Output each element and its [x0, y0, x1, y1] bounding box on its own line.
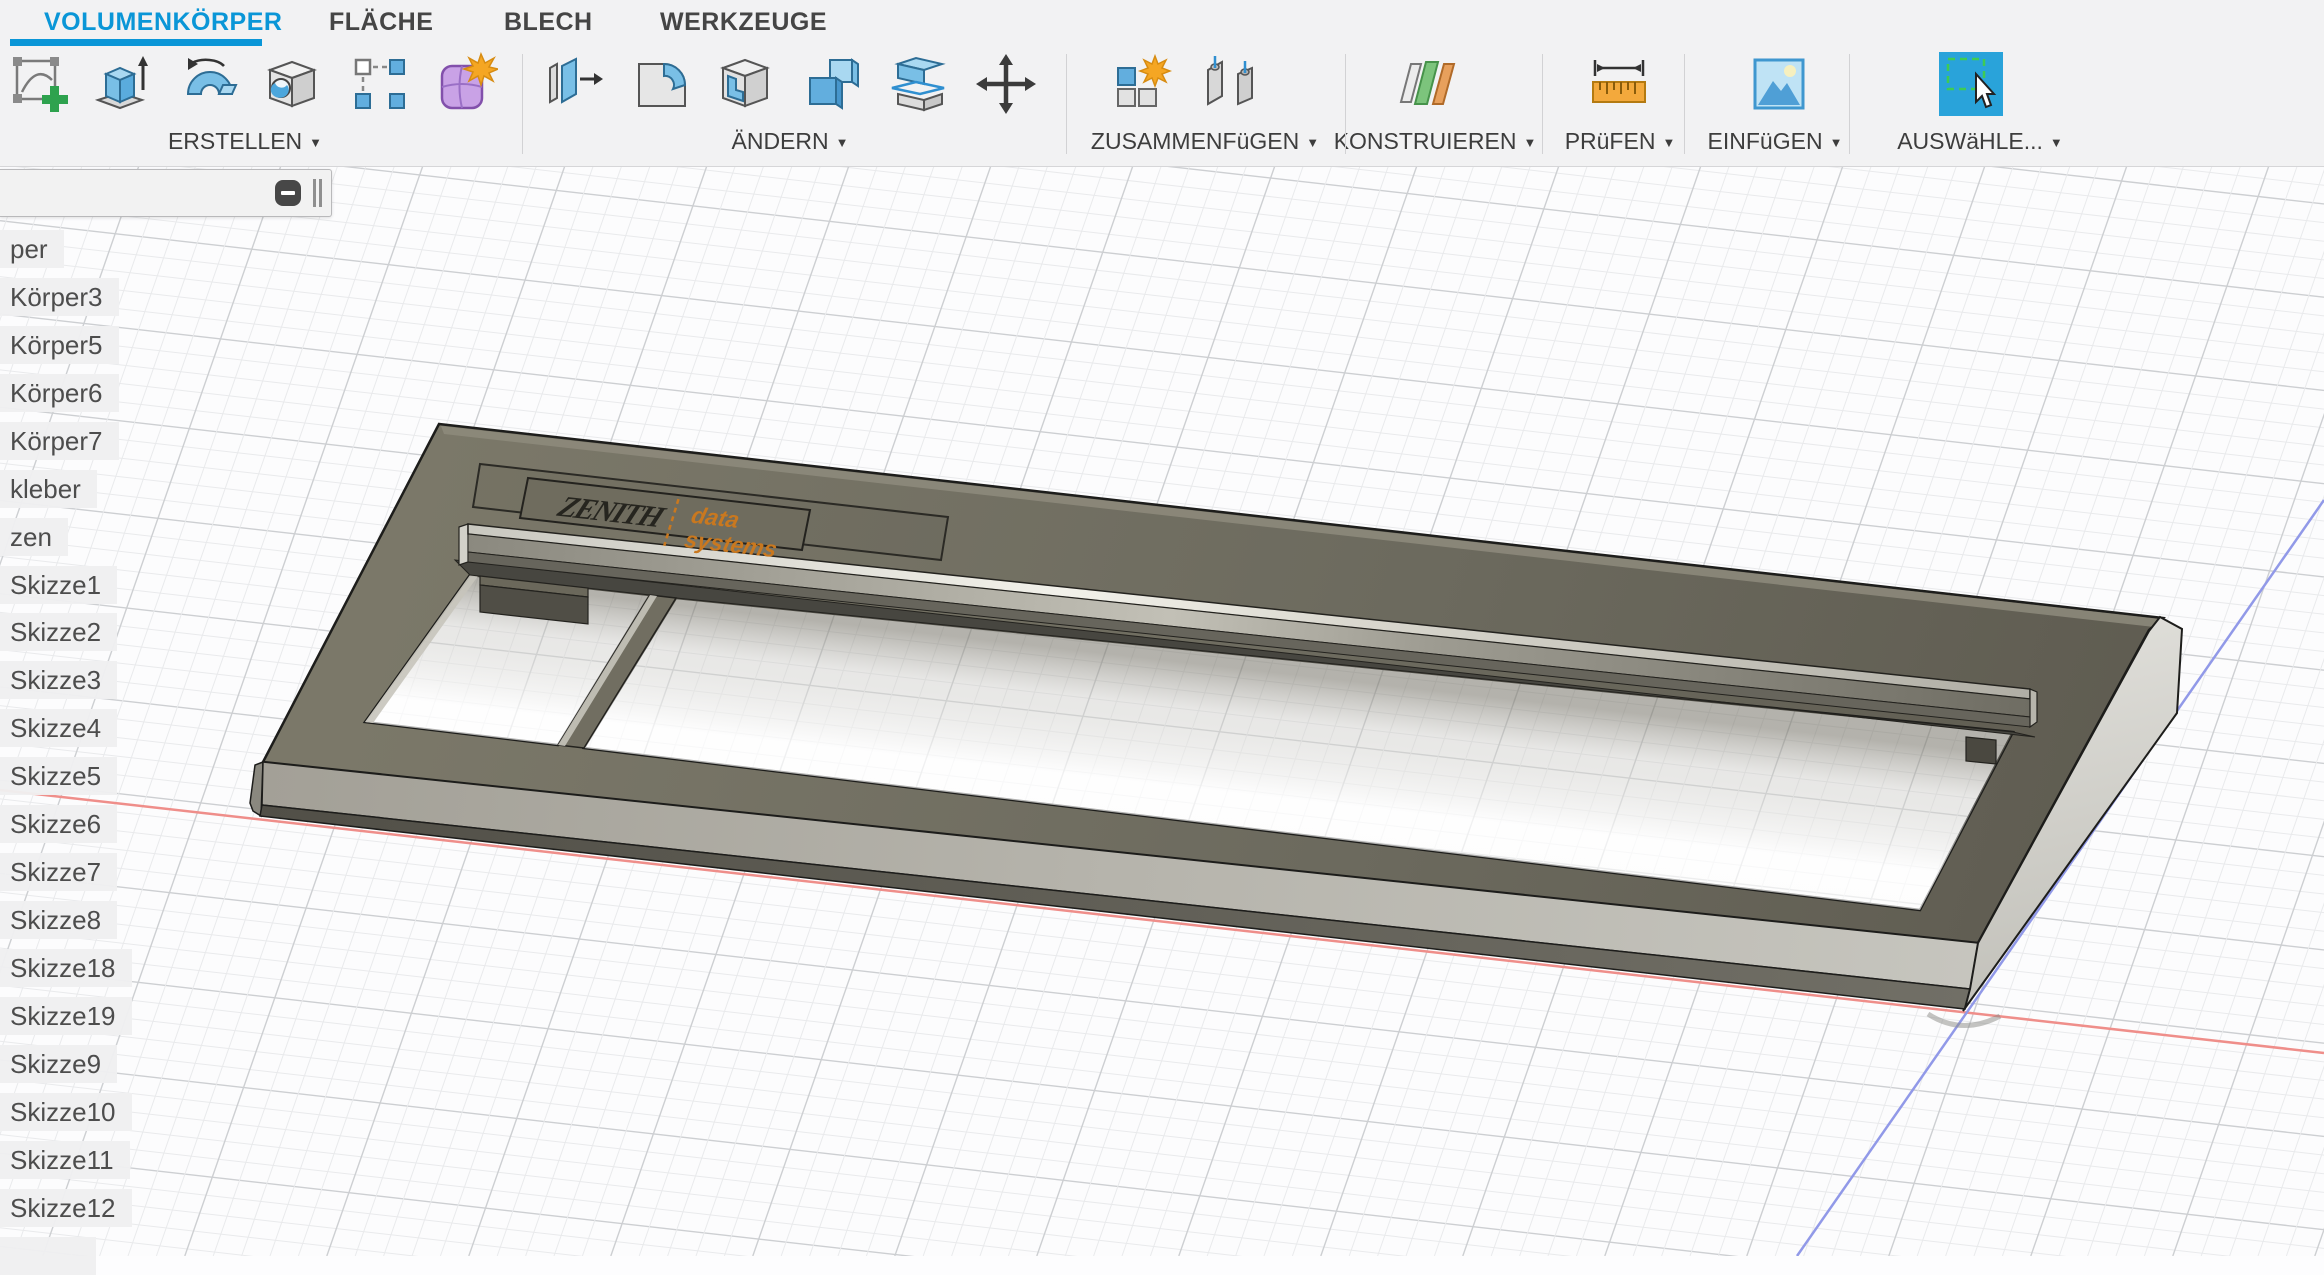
toolbar-separator — [1849, 54, 1850, 154]
shell-icon[interactable] — [713, 52, 777, 116]
group-label-einfuegen[interactable]: EINFüGEN▼ — [1690, 126, 1860, 156]
active-tab-underline — [10, 39, 262, 46]
group-label-erstellen[interactable]: ERSTELLEN▼ — [150, 126, 340, 156]
create-sketch-icon[interactable] — [8, 52, 72, 116]
combine-icon[interactable] — [800, 52, 864, 116]
fillet-icon[interactable] — [630, 52, 694, 116]
collapse-minus-icon[interactable] — [275, 180, 301, 206]
rail-left-endcap — [459, 524, 468, 565]
toolbar-separator — [522, 54, 523, 154]
browser-panel-header[interactable] — [0, 169, 332, 217]
viewport-3d[interactable]: ZENITH data systems per Körper3 Körper5 Kör… — [0, 166, 2324, 1256]
browser-item[interactable]: Körper3 — [0, 278, 119, 316]
rail-right-endcap — [2030, 689, 2037, 727]
browser-item[interactable]: Skizze8 — [0, 901, 117, 939]
right-bracket — [1966, 737, 1996, 764]
browser-item[interactable]: Skizze2 — [0, 613, 117, 651]
split-body-icon[interactable] — [886, 52, 950, 116]
group-label-konstruieren[interactable]: KONSTRUIEREN▼ — [1330, 126, 1540, 156]
toolbar-separator — [1345, 54, 1346, 154]
main-toolbar: ERSTELLEN▼ ÄNDERN▼ ZUSAMMENFüGEN▼ KONSTR… — [0, 46, 2324, 167]
group-label-auswaehlen[interactable]: AUSWäHLE...▼ — [1875, 126, 2085, 156]
group-label-pruefen[interactable]: PRüFEN▼ — [1545, 126, 1695, 156]
group-label-aendern[interactable]: ÄNDERN▼ — [700, 126, 880, 156]
dropdown-caret-icon: ▼ — [1662, 135, 1675, 150]
toolbar-separator — [1066, 54, 1067, 154]
toolbar-separator — [1542, 54, 1543, 154]
browser-item[interactable]: Skizze12 — [0, 1189, 132, 1227]
select-icon[interactable] — [1939, 52, 2003, 116]
browser-item[interactable]: Skizze18 — [0, 949, 132, 987]
browser-item[interactable]: Skizze19 — [0, 997, 132, 1035]
tab-werkzeuge[interactable]: WERKZEUGE — [660, 0, 827, 46]
dropdown-caret-icon: ▼ — [836, 135, 849, 150]
joint-icon[interactable] — [1198, 52, 1262, 116]
browser-item[interactable]: Skizze10 — [0, 1093, 132, 1131]
pattern-icon[interactable] — [348, 52, 412, 116]
browser-item[interactable]: zen — [0, 518, 68, 556]
extrude-icon[interactable] — [90, 52, 154, 116]
browser-item[interactable]: Skizze1 — [0, 566, 117, 604]
measure-icon[interactable] — [1587, 52, 1651, 116]
tab-flaeche[interactable]: FLÄCHE — [329, 0, 433, 46]
dropdown-caret-icon: ▼ — [1830, 135, 1843, 150]
browser-item[interactable]: Körper6 — [0, 374, 119, 412]
tab-blech[interactable]: BLECH — [504, 0, 593, 46]
dropdown-caret-icon: ▼ — [1523, 135, 1536, 150]
hole-icon[interactable] — [260, 52, 324, 116]
browser-item[interactable]: Skizze3 — [0, 661, 117, 699]
move-icon[interactable] — [974, 52, 1038, 116]
browser-item[interactable]: Skizze6 — [0, 805, 117, 843]
dropdown-caret-icon: ▼ — [309, 135, 322, 150]
browser-item[interactable]: kleber — [0, 470, 97, 508]
revolve-icon[interactable] — [178, 52, 242, 116]
dropdown-caret-icon: ▼ — [2050, 135, 2063, 150]
new-component-icon[interactable] — [1108, 52, 1172, 116]
browser-item[interactable]: Skizze11 — [0, 1141, 130, 1179]
browser-item[interactable]: Körper7 — [0, 422, 119, 460]
insert-image-icon[interactable] — [1747, 52, 1811, 116]
scene-canvas: ZENITH data systems — [0, 166, 2324, 1256]
press-pull-icon[interactable] — [542, 52, 606, 116]
dropdown-caret-icon: ▼ — [1306, 135, 1319, 150]
construction-plane-icon[interactable] — [1395, 52, 1459, 116]
browser-item[interactable]: Skizze5 — [0, 757, 117, 795]
group-label-zusammenfuegen[interactable]: ZUSAMMENFüGEN▼ — [1065, 126, 1345, 156]
toolbar-separator — [1684, 54, 1685, 154]
browser-item[interactable]: Skizze9 — [0, 1045, 117, 1083]
panel-grip-icon[interactable] — [313, 179, 323, 207]
browser-item[interactable]: per — [0, 230, 64, 268]
browser-item[interactable]: Skizze7 — [0, 853, 117, 891]
toolbar-tab-bar: VOLUMENKÖRPER FLÄCHE BLECH WERKZEUGE — [0, 0, 2324, 46]
browser-item[interactable]: Körper5 — [0, 326, 119, 364]
form-icon[interactable] — [434, 52, 498, 116]
browser-item[interactable]: Skizze4 — [0, 709, 117, 747]
